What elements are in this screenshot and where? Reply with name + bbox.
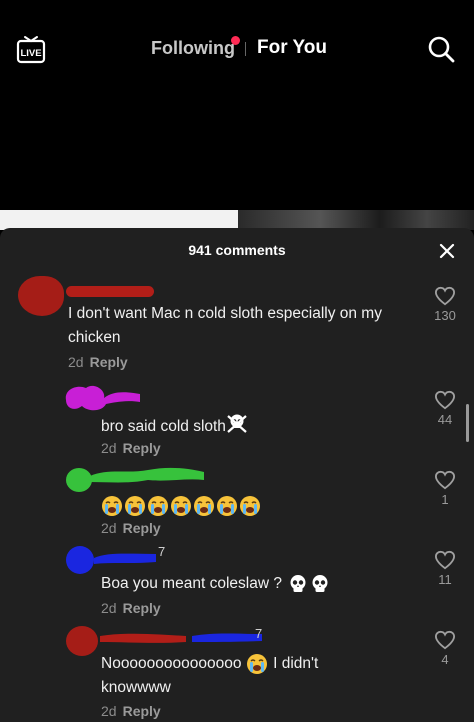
comment-meta: 2d Reply: [101, 600, 161, 616]
emoji-row: [101, 494, 262, 518]
tab-for-you[interactable]: For You: [257, 37, 327, 59]
comments-sheet: 941 comments I don't want Mac n cold slo…: [0, 228, 474, 722]
redacted-username: [66, 286, 154, 297]
like-button[interactable]: 1: [430, 470, 460, 507]
video-thumbnail: [238, 210, 474, 230]
comment-item: 7 Boa you meant coleslaw ? 2d Reply 11: [0, 544, 474, 624]
comment-time: 2d: [68, 354, 84, 370]
like-button[interactable]: 44: [430, 390, 460, 427]
comment-text-body: Boa you meant coleslaw ?: [101, 575, 282, 592]
comment-item: bro said cold sloth 2d Reply 44: [0, 380, 474, 460]
like-count: 11: [438, 572, 452, 587]
comment-meta: 2d Reply: [101, 703, 161, 719]
feed-tabs: Following For You: [0, 36, 474, 62]
avatar[interactable]: [18, 276, 64, 316]
comment-item: 2d Reply 1: [0, 464, 474, 544]
like-count: 1: [441, 492, 449, 507]
redacted-username: [94, 553, 156, 564]
comment-text-body: bro said cold sloth: [101, 418, 226, 436]
username-suffix: 7: [255, 626, 263, 641]
skull-icon: [312, 574, 328, 592]
comment-meta: 2d Reply: [68, 354, 128, 370]
heart-icon: [434, 286, 456, 306]
loudly-crying-face-icon: [102, 495, 122, 516]
comment-text: Nooooooooooooooo I didn't knowwww: [101, 652, 421, 700]
loudly-crying-face-icon: [240, 495, 260, 516]
comment-time: 2d: [101, 440, 117, 456]
redacted-username: [65, 385, 140, 411]
heart-icon: [434, 630, 456, 650]
redacted-username: [100, 633, 262, 643]
avatar[interactable]: [66, 626, 98, 656]
skull-emoji-pair: [286, 574, 330, 592]
loudly-crying-face-icon: [246, 653, 267, 674]
crying-emoji-single: [246, 653, 269, 674]
username-suffix: 7: [158, 544, 166, 559]
tab-following[interactable]: Following: [151, 38, 235, 59]
like-count: 4: [441, 652, 449, 667]
reply-button[interactable]: Reply: [123, 703, 161, 719]
loudly-crying-face-icon: [194, 495, 214, 516]
loudly-crying-face-icon: [125, 495, 145, 516]
comment-text: bro said cold sloth: [101, 412, 248, 442]
heart-icon: [434, 470, 456, 490]
comment-text-part: Nooooooooooooooo: [101, 655, 242, 672]
avatar[interactable]: [66, 546, 94, 574]
reply-button[interactable]: Reply: [123, 600, 161, 616]
tab-divider: [245, 42, 246, 56]
crying-emoji-row: [101, 495, 262, 516]
heart-icon: [434, 390, 456, 410]
reply-button[interactable]: Reply: [123, 520, 161, 536]
reply-button[interactable]: Reply: [123, 440, 161, 456]
skull-icon: [290, 574, 306, 592]
comment-item: 7 Nooooooooooooooo I didn't knowwww 2d Re…: [0, 622, 474, 722]
loudly-crying-face-icon: [217, 495, 237, 516]
like-button[interactable]: 11: [430, 550, 460, 587]
comment-text: I don't want Mac n cold sloth especially…: [68, 305, 382, 346]
like-button[interactable]: 130: [430, 286, 460, 323]
like-count: 44: [437, 412, 453, 427]
comments-count-title: 941 comments: [188, 242, 286, 258]
top-bar: LIVE Following For You: [0, 0, 474, 96]
like-count: 130: [434, 308, 456, 323]
comment-time: 2d: [101, 520, 117, 536]
reply-button[interactable]: Reply: [90, 354, 128, 370]
close-icon[interactable]: [438, 242, 456, 260]
comment-text-part: I didn't: [273, 655, 319, 672]
like-button[interactable]: 4: [430, 630, 460, 667]
notification-dot: [231, 36, 240, 45]
heart-icon: [434, 550, 456, 570]
loudly-crying-face-icon: [148, 495, 168, 516]
skull-crossbones-icon: [226, 412, 248, 442]
comment-time: 2d: [101, 600, 117, 616]
search-icon[interactable]: [426, 34, 456, 64]
comment-time: 2d: [101, 703, 117, 719]
loudly-crying-face-icon: [171, 495, 191, 516]
comment-meta: 2d Reply: [101, 520, 161, 536]
comment-text-part: knowwww: [101, 679, 171, 696]
comment-text: Boa you meant coleslaw ?: [101, 572, 330, 596]
comment-item: I don't want Mac n cold sloth especially…: [0, 272, 474, 382]
redacted-username: [90, 467, 204, 483]
comment-meta: 2d Reply: [101, 440, 161, 456]
